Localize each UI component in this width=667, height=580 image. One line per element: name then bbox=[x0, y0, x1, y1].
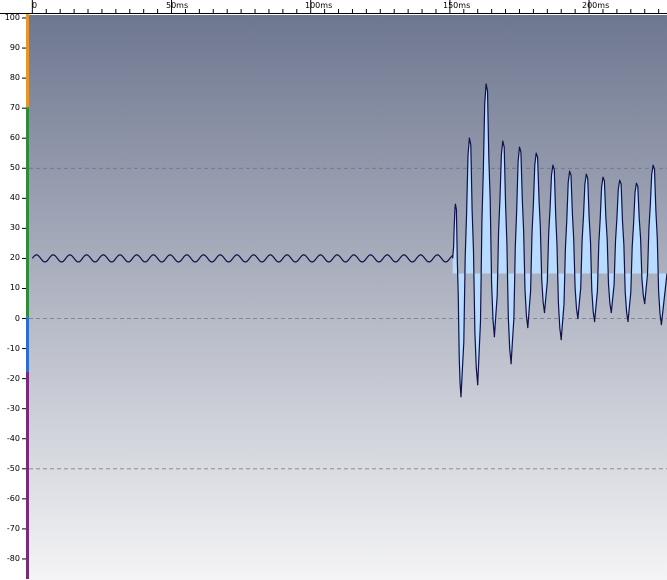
burst-peak-point bbox=[602, 176, 604, 178]
value-label: -10 bbox=[6, 343, 20, 353]
burst-peak-point bbox=[635, 182, 637, 184]
burst-peak-point bbox=[527, 326, 529, 329]
value-label: -70 bbox=[6, 523, 20, 533]
burst-peak-point bbox=[477, 384, 479, 386]
burst-peak-point bbox=[619, 179, 621, 181]
burst-peak-point bbox=[493, 335, 496, 338]
time-ruler-ticks bbox=[31, 0, 660, 14]
burst-peak-point bbox=[585, 173, 587, 175]
burst-peak-point bbox=[627, 320, 629, 323]
burst-peak-point bbox=[644, 302, 646, 305]
burst-peak-point bbox=[510, 363, 512, 365]
value-label: 70 bbox=[9, 103, 20, 113]
value-label: 0 bbox=[14, 313, 20, 323]
time-ruler[interactable]: 0 50ms 100ms 150ms 200ms bbox=[0, 0, 667, 14]
burst-peak-point bbox=[460, 396, 462, 398]
burst-peak-point bbox=[454, 203, 457, 205]
burst-peak-point bbox=[660, 323, 663, 326]
time-label-50ms: 50ms bbox=[166, 1, 189, 10]
value-label: 60 bbox=[9, 133, 20, 143]
value-label: -80 bbox=[6, 553, 20, 563]
value-label: 80 bbox=[9, 73, 20, 83]
burst-peak-point bbox=[652, 164, 654, 166]
value-label: 40 bbox=[9, 193, 20, 203]
value-label: 10 bbox=[9, 283, 20, 293]
burst-peak-point bbox=[594, 320, 596, 323]
burst-peak-point bbox=[535, 152, 537, 154]
value-label: 50 bbox=[9, 163, 20, 173]
burst-peak-point bbox=[568, 170, 571, 172]
burst-peak-point bbox=[610, 311, 612, 314]
value-label: -60 bbox=[6, 493, 20, 503]
value-ruler[interactable]: 100 90 80 70 60 50 40 30 20 10 0 -10 -20 -30 -40 -50 -60… bbox=[0, 14, 29, 580]
burst-peak-point bbox=[518, 146, 521, 148]
waveform-editor: 0 50ms 100ms 150ms 200ms 100 90 80 70 60 50 40… bbox=[0, 0, 667, 580]
time-label-150ms: 150ms bbox=[443, 1, 471, 10]
time-label-100ms: 100ms bbox=[305, 1, 333, 10]
value-label: 30 bbox=[9, 223, 20, 233]
waveform-plot[interactable] bbox=[29, 15, 667, 580]
time-label-0: 0 bbox=[32, 1, 38, 10]
waveform-svg[interactable] bbox=[29, 15, 667, 580]
burst-peak-point bbox=[543, 311, 546, 314]
value-label: -40 bbox=[6, 433, 20, 443]
value-label: 20 bbox=[9, 253, 20, 263]
value-label: -20 bbox=[6, 373, 20, 383]
burst-peak-point bbox=[468, 137, 470, 139]
burst-peak-point bbox=[552, 164, 554, 166]
value-label: -50 bbox=[6, 463, 20, 473]
burst-peak-point bbox=[560, 338, 562, 341]
value-label: 100 bbox=[4, 13, 20, 22]
time-label-200ms: 200ms bbox=[582, 1, 610, 10]
value-label: -30 bbox=[6, 403, 20, 413]
plot-background bbox=[29, 15, 667, 580]
burst-peak-point bbox=[485, 83, 487, 85]
value-label: 90 bbox=[9, 43, 20, 53]
burst-peak-point bbox=[502, 140, 504, 142]
burst-peak-point bbox=[577, 317, 579, 320]
